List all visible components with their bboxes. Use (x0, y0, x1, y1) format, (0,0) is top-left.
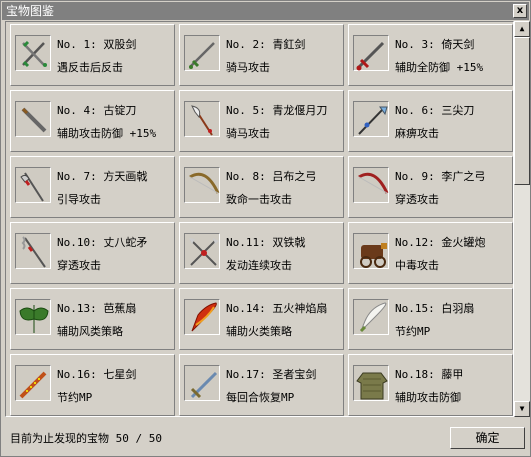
trident-blade-icon (353, 101, 389, 137)
treasure-effect: 引导攻击 (57, 193, 101, 206)
treasure-title: No. 7: 方天画戟 (57, 170, 148, 183)
treasure-card[interactable]: No. 4: 古锭刀辅助攻击防御 +15% (10, 90, 175, 152)
treasure-card[interactable]: No. 3: 倚天剑 辅助全防御 +15% (348, 24, 513, 86)
treasure-title: No.11: 双铁戟 (226, 236, 306, 249)
scroll-thumb[interactable] (514, 37, 530, 185)
treasure-effect: 麻痹攻击 (395, 127, 439, 140)
treasure-card[interactable]: No.17: 圣者宝剑 每回合恢复MP (179, 354, 344, 416)
treasure-title: No. 4: 古锭刀 (57, 104, 137, 117)
treasure-effect: 辅助攻击防御 (395, 391, 461, 404)
treasure-effect: 节约MP (395, 325, 431, 338)
twin-halberds-icon (184, 233, 220, 269)
window-title: 宝物图鉴 (6, 4, 55, 18)
treasure-card[interactable]: No.14: 五火神焰扇 辅助火类策略 (179, 288, 344, 350)
glaive-icon (184, 101, 220, 137)
twin-swords-icon (15, 35, 51, 71)
treasure-effect: 骑马攻击 (226, 61, 270, 74)
treasure-effect: 穿透攻击 (57, 259, 101, 272)
treasure-card[interactable]: No. 7: 方天画戟 引导攻击 (10, 156, 175, 218)
treasure-title: No.17: 圣者宝剑 (226, 368, 317, 381)
treasure-card[interactable]: No.13: 芭蕉扇 辅助风类策略 (10, 288, 175, 350)
ok-button[interactable]: 确定 (450, 427, 525, 449)
treasure-effect: 每回合恢复MP (226, 391, 295, 404)
bow-icon (184, 167, 220, 203)
treasure-card[interactable]: No. 5: 青龙偃月刀 骑马攻击 (179, 90, 344, 152)
treasure-title: No.14: 五火神焰扇 (226, 302, 328, 315)
treasure-effect: 辅助攻击防御 +15% (57, 127, 157, 140)
treasure-card[interactable]: No. 1: 双股剑 遇反击后反击 (10, 24, 175, 86)
sword-icon (184, 35, 220, 71)
broadsword-icon (15, 101, 51, 137)
treasure-catalog-window: 宝物图鉴 x No. 1: 双股剑 遇反击后反击 No. 2: 青釭剑 骑马攻击 No.… (0, 0, 531, 457)
treasure-title: No. 6: 三尖刀 (395, 104, 475, 117)
treasure-effect: 辅助全防御 +15% (395, 61, 484, 74)
treasure-effect: 中毒攻击 (395, 259, 439, 272)
seven-star-sword-icon (15, 365, 51, 401)
treasure-grid: No. 1: 双股剑 遇反击后反击 No. 2: 青釭剑 骑马攻击 No. 3: 倚天剑… (5, 21, 514, 417)
treasure-title: No.13: 芭蕉扇 (57, 302, 137, 315)
rattan-armor-icon (353, 365, 389, 401)
treasure-title: No.18: 藤甲 (395, 368, 464, 381)
treasure-title: No. 2: 青釭剑 (226, 38, 306, 51)
red-bow-icon (353, 167, 389, 203)
treasure-title: No. 3: 倚天剑 (395, 38, 475, 51)
treasure-effect: 辅助火类策略 (226, 325, 292, 338)
treasure-title: No. 1: 双股剑 (57, 38, 137, 51)
treasure-effect: 穿透攻击 (395, 193, 439, 206)
title-bar: 宝物图鉴 x (2, 2, 529, 20)
treasure-title: No. 5: 青龙偃月刀 (226, 104, 328, 117)
scroll-down-button[interactable]: ▼ (514, 401, 530, 417)
feather-fan-icon (353, 299, 389, 335)
leaf-fan-icon (15, 299, 51, 335)
red-sword-icon (353, 35, 389, 71)
treasure-title: No. 8: 吕布之弓 (226, 170, 317, 183)
treasure-card[interactable]: No. 9: 李广之弓 穿透攻击 (348, 156, 513, 218)
treasure-card[interactable]: No. 2: 青釭剑 骑马攻击 (179, 24, 344, 86)
close-button[interactable]: x (513, 4, 527, 18)
treasure-title: No.10: 丈八蛇矛 (57, 236, 148, 249)
treasure-effect: 节约MP (57, 391, 93, 404)
found-count-text: 目前为止发现的宝物 50 / 50 (10, 432, 162, 445)
treasure-effect: 发动连续攻击 (226, 259, 292, 272)
treasure-card[interactable]: No.11: 双铁戟 发动连续攻击 (179, 222, 344, 284)
treasure-card[interactable]: No. 6: 三尖刀 麻痹攻击 (348, 90, 513, 152)
treasure-title: No.15: 白羽扇 (395, 302, 475, 315)
cannon-icon (353, 233, 389, 269)
scroll-up-button[interactable]: ▲ (514, 21, 530, 37)
treasure-card[interactable]: No.10: 丈八蛇矛 穿透攻击 (10, 222, 175, 284)
treasure-effect: 骑马攻击 (226, 127, 270, 140)
serpent-spear-icon (15, 233, 51, 269)
treasure-card[interactable]: No.12: 金火罐炮 中毒攻击 (348, 222, 513, 284)
halberd-icon (15, 167, 51, 203)
fire-fan-icon (184, 299, 220, 335)
treasure-effect: 遇反击后反击 (57, 61, 123, 74)
treasure-card[interactable]: No. 8: 吕布之弓 致命一击攻击 (179, 156, 344, 218)
treasure-effect: 辅助风类策略 (57, 325, 123, 338)
treasure-title: No.16: 七星剑 (57, 368, 137, 381)
treasure-card[interactable]: No.15: 白羽扇 节约MP (348, 288, 513, 350)
treasure-card[interactable]: No.16: 七星剑 节约MP (10, 354, 175, 416)
treasure-effect: 致命一击攻击 (226, 193, 292, 206)
treasure-title: No. 9: 李广之弓 (395, 170, 486, 183)
treasure-card[interactable]: No.18: 藤甲 辅助攻击防御 (348, 354, 513, 416)
vertical-scrollbar[interactable]: ▲ ▼ (514, 21, 530, 417)
treasure-title: No.12: 金火罐炮 (395, 236, 486, 249)
holy-sword-icon (184, 365, 220, 401)
